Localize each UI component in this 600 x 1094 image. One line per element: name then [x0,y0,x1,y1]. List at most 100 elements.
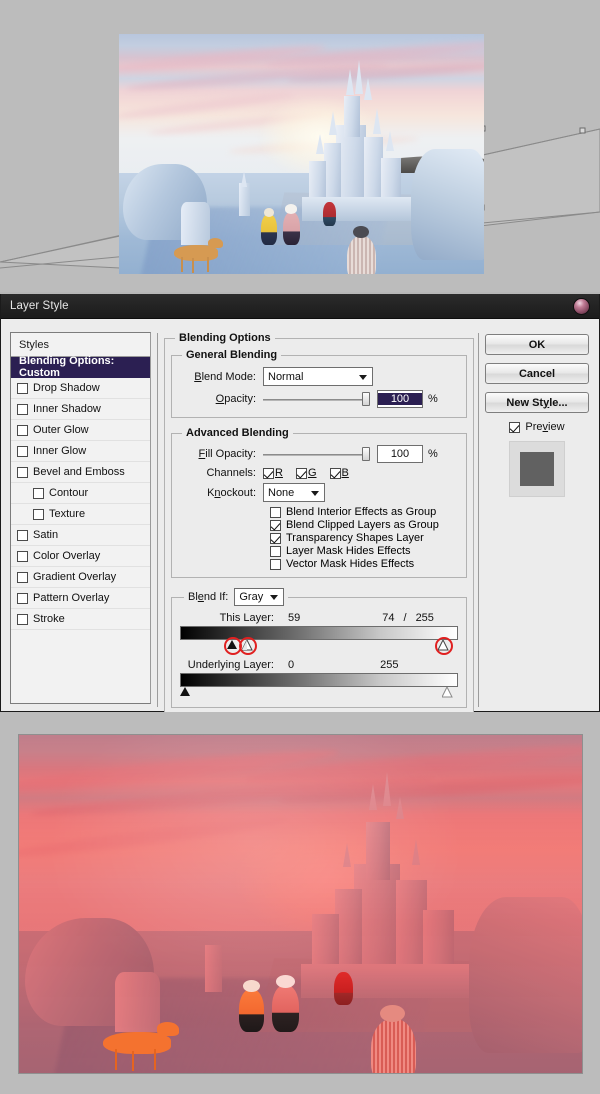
style-preview-fill [520,452,554,486]
advanced-option-layer-mask-hides-effects[interactable]: Layer Mask Hides Effects [270,545,460,557]
styles-list[interactable]: Styles Blending Options: Custom Drop Shad… [10,332,151,704]
style-item-label: Texture [49,508,86,520]
this-layer-stops[interactable] [180,637,458,655]
style-item-pattern-overlay[interactable]: Pattern Overlay [11,588,150,609]
preview-checkbox[interactable] [509,421,521,433]
style-item-checkbox[interactable] [17,571,28,583]
style-item-bevel-and-emboss[interactable]: Bevel and Emboss [11,462,150,483]
channel-label-g: G [307,467,317,479]
opacity-input[interactable]: 100 [377,390,423,408]
opacity-label: Opacity: [215,393,256,405]
style-item-label: Inner Glow [33,445,87,457]
layer-style-dialog[interactable]: Layer Style Styles Blending Options: Cus… [0,294,600,717]
style-item-contour[interactable]: Contour [11,483,150,504]
style-item-label: Contour [49,487,89,499]
channel-checkbox-b[interactable] [329,467,341,479]
style-item-checkbox[interactable] [17,529,28,541]
style-item-checkbox[interactable] [17,403,28,415]
blending-options-column: Blending Options General Blending Blend … [158,325,478,717]
style-item-outer-glow[interactable]: Outer Glow [11,420,150,441]
underlying-black-stop[interactable] [180,687,190,696]
advanced-option-label: Transparency Shapes Layer [286,532,424,544]
fill-opacity-slider-knob[interactable] [362,447,370,461]
this-layer-gradient-bar[interactable] [180,626,458,640]
style-item-texture[interactable]: Texture [11,504,150,525]
advanced-option-blend-interior-effects-as-group[interactable]: Blend Interior Effects as Group [270,506,460,518]
channel-checkbox-r[interactable] [263,467,274,479]
knockout-select[interactable]: None [263,483,325,502]
style-item-checkbox[interactable] [33,508,44,520]
sand-sculpture-right [411,149,484,260]
blend-mode-label: Blend Mode: [194,370,256,383]
style-item-inner-shadow[interactable]: Inner Shadow [11,399,150,420]
fill-opacity-slider[interactable] [263,447,370,461]
style-item-stroke[interactable]: Stroke [11,609,150,630]
cancel-button[interactable]: Cancel [485,363,589,384]
blend-if-channel-value: Gray [239,591,264,603]
preview-label: Preview [525,421,565,433]
style-item-label: Pattern Overlay [33,592,110,604]
advanced-option-label: Blend Interior Effects as Group [286,506,437,518]
advanced-option-transparency-shapes-layer[interactable]: Transparency Shapes Layer [270,532,460,544]
styles-header: Styles [11,333,150,357]
this-layer-black-value: 59 [288,612,301,624]
style-item-label: Color Overlay [33,550,101,562]
style-item-gradient-overlay[interactable]: Gradient Overlay [11,567,150,588]
channel-label-b: B [341,467,349,479]
blend-mode-select[interactable]: Normal [263,367,373,386]
advanced-option-label: Blend Clipped Layers as Group [286,519,439,531]
chevron-down-icon [311,491,319,496]
chevron-down-icon [270,595,279,600]
dog [103,1032,171,1055]
style-item-inner-glow[interactable]: Inner Glow [11,441,150,462]
person-red-coat [323,202,336,226]
underlying-layer-gradient-bar[interactable] [180,673,458,687]
style-item-drop-shadow[interactable]: Drop Shadow [11,378,150,399]
ok-button[interactable]: OK [485,334,589,355]
dialog-titlebar[interactable]: Layer Style [1,294,599,319]
channel-label-r: R [275,467,283,479]
advanced-option-checkbox[interactable] [270,506,281,518]
opacity-slider-knob[interactable] [362,392,370,406]
underlying-layer-label: Underlying Layer: [187,659,274,671]
underlying-white-stop[interactable] [442,687,453,698]
opacity-slider[interactable] [263,392,370,406]
person-pink-coat [272,985,300,1033]
style-item-checkbox[interactable] [17,550,28,562]
channel-g[interactable]: G [295,467,317,479]
style-item-checkbox[interactable] [17,613,28,625]
style-item-blending-options-custom[interactable]: Blending Options: Custom [11,355,150,379]
advanced-option-vector-mask-hides-effects[interactable]: Vector Mask Hides Effects [270,558,460,570]
underlying-layer-stops[interactable] [180,687,458,700]
style-item-satin[interactable]: Satin [11,525,150,546]
style-item-checkbox[interactable] [33,487,44,499]
style-item-checkbox[interactable] [17,466,28,478]
new-style-button[interactable]: New St y le... [485,392,589,413]
channel-b[interactable]: B [329,467,349,479]
advanced-option-checkbox[interactable] [270,558,281,570]
style-item-checkbox[interactable] [17,382,28,394]
person-yellow-coat [261,214,278,246]
style-item-label: Outer Glow [33,424,89,436]
channel-checkbox-g[interactable] [295,467,307,479]
blending-options-legend: Blending Options [179,332,271,344]
sandcastle-photo-normal[interactable] [119,34,484,274]
style-item-checkbox[interactable] [17,445,28,457]
fill-opacity-input[interactable]: 100 [377,445,423,463]
advanced-option-blend-clipped-layers-as-group[interactable]: Blend Clipped Layers as Group [270,519,460,531]
style-item-color-overlay[interactable]: Color Overlay [11,546,150,567]
advanced-option-checkbox[interactable] [270,532,281,544]
general-blending-group: General Blending Blend Mode: Normal Opac… [171,349,467,418]
style-item-checkbox[interactable] [17,424,28,436]
blend-if-legend: Blend If: Gray [184,588,288,606]
advanced-option-checkbox[interactable] [270,519,281,531]
knockout-value: None [268,486,295,499]
sandcastle-photo-red-result[interactable] [18,734,583,1074]
style-item-checkbox[interactable] [17,592,28,604]
channel-r[interactable]: R [263,467,283,479]
preview-toggle[interactable]: Preview [485,421,589,433]
person-plaid-coat [370,1018,416,1073]
blend-if-channel-select[interactable]: Gray [234,588,285,606]
advanced-option-checkbox[interactable] [270,545,281,557]
channels-label: Channels: [206,467,256,479]
